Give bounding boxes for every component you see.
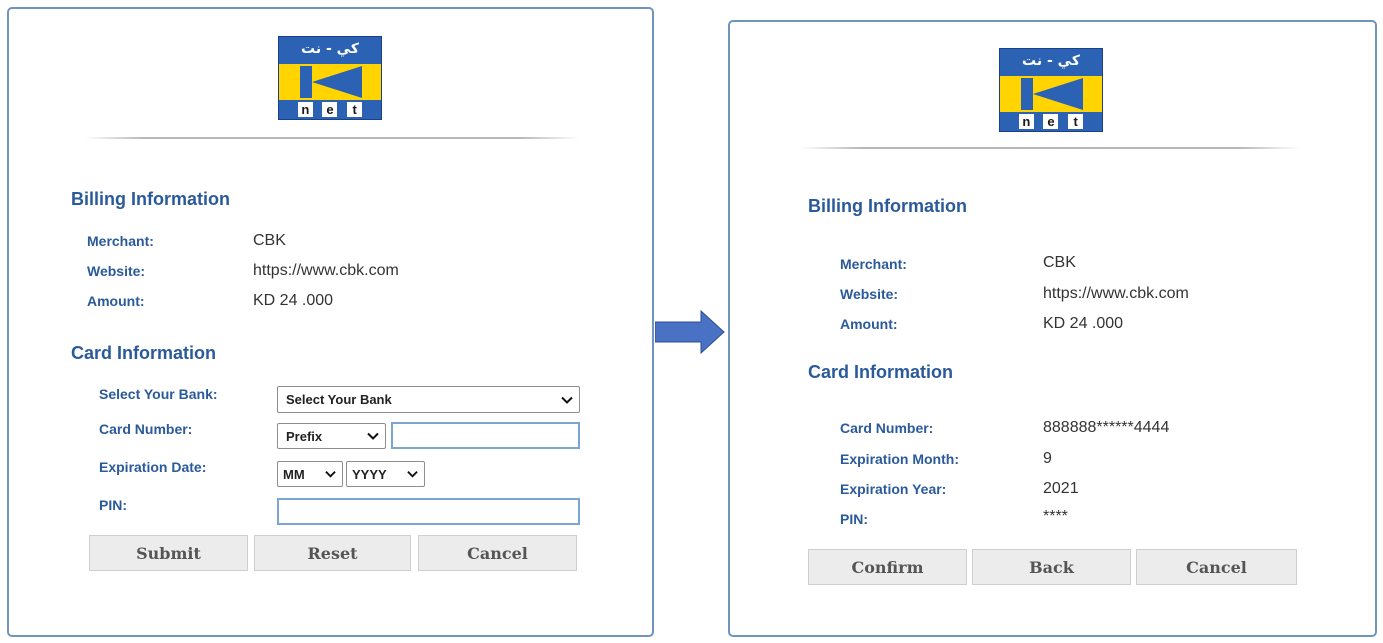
bank-select-value: Select Your Bank <box>286 392 392 407</box>
header-divider <box>84 137 580 139</box>
k-letter-icon <box>1021 78 1083 110</box>
card-number-label: Card Number: <box>99 421 193 437</box>
pin-value: **** <box>1043 508 1068 525</box>
card-prefix-select[interactable]: Prefix <box>277 423 386 449</box>
payment-form-panel: كي - نت n e t Billing Information Mercha… <box>7 7 654 637</box>
arrow-right-icon <box>655 310 725 354</box>
website-label: Website: <box>840 286 899 302</box>
payment-confirmation-panel: كي - نت n e t Billing Information Mercha… <box>728 20 1377 637</box>
cancel-button[interactable]: Cancel <box>1136 549 1297 585</box>
website-value: https://www.cbk.com <box>1043 285 1189 302</box>
logo-letter-n: n <box>1018 114 1034 129</box>
back-button[interactable]: Back <box>972 549 1131 585</box>
card-number-value: 888888******4444 <box>1043 419 1170 436</box>
reset-button[interactable]: Reset <box>254 535 411 571</box>
pin-label: PIN: <box>840 511 868 527</box>
card-information-title: Card Information <box>808 362 954 382</box>
amount-label: Amount: <box>840 316 898 332</box>
pin-input[interactable] <box>277 498 580 525</box>
card-information-title: Card Information <box>71 343 217 363</box>
card-number-input[interactable] <box>391 422 580 449</box>
card-number-label: Card Number: <box>840 420 934 436</box>
merchant-value: CBK <box>253 232 286 249</box>
cancel-button[interactable]: Cancel <box>418 535 577 571</box>
expiry-month-select[interactable]: MM <box>277 461 343 487</box>
expiry-year-select[interactable]: YYYY <box>346 461 425 487</box>
logo-letter-e: e <box>322 102 338 117</box>
amount-value: KD 24 .000 <box>253 292 334 309</box>
expiration-year-value: 2021 <box>1043 480 1079 497</box>
amount-label: Amount: <box>87 293 145 309</box>
select-bank-label: Select Your Bank: <box>99 386 218 402</box>
bank-select[interactable]: Select Your Bank <box>277 386 580 413</box>
amount-value: KD 24 .000 <box>1043 315 1124 332</box>
knet-logo: كي - نت n e t <box>278 36 382 120</box>
expiration-date-label: Expiration Date: <box>99 459 207 475</box>
chevron-down-icon <box>325 471 336 478</box>
expiration-month-value: 9 <box>1043 450 1052 467</box>
merchant-label: Merchant: <box>840 256 907 272</box>
k-letter-icon <box>300 66 362 98</box>
knet-logo: كي - نت n e t <box>999 48 1103 132</box>
logo-arabic-text: كي - نت <box>301 41 359 57</box>
chevron-down-icon <box>407 471 418 478</box>
expiry-year-select-value: YYYY <box>352 466 387 482</box>
expiration-year-label: Expiration Year: <box>840 481 947 497</box>
header-divider <box>800 147 1300 149</box>
chevron-down-icon <box>561 396 573 404</box>
card-prefix-select-value: Prefix <box>286 428 323 444</box>
submit-button[interactable]: Submit <box>89 535 248 571</box>
logo-letter-e: e <box>1043 114 1059 129</box>
pin-label: PIN: <box>99 497 127 513</box>
logo-letter-n: n <box>297 102 313 117</box>
billing-information-title: Billing Information <box>808 196 967 216</box>
chevron-down-icon <box>367 432 379 440</box>
merchant-label: Merchant: <box>87 233 154 249</box>
billing-information-title: Billing Information <box>71 189 230 209</box>
expiration-month-label: Expiration Month: <box>840 451 959 467</box>
merchant-value: CBK <box>1043 254 1076 271</box>
website-label: Website: <box>87 263 146 279</box>
logo-arabic-text: كي - نت <box>1022 53 1080 69</box>
logo-letter-t: t <box>347 102 363 117</box>
logo-letter-t: t <box>1068 114 1084 129</box>
expiry-month-select-value: MM <box>283 466 305 482</box>
website-value: https://www.cbk.com <box>253 262 399 279</box>
confirm-button[interactable]: Confirm <box>808 549 967 585</box>
